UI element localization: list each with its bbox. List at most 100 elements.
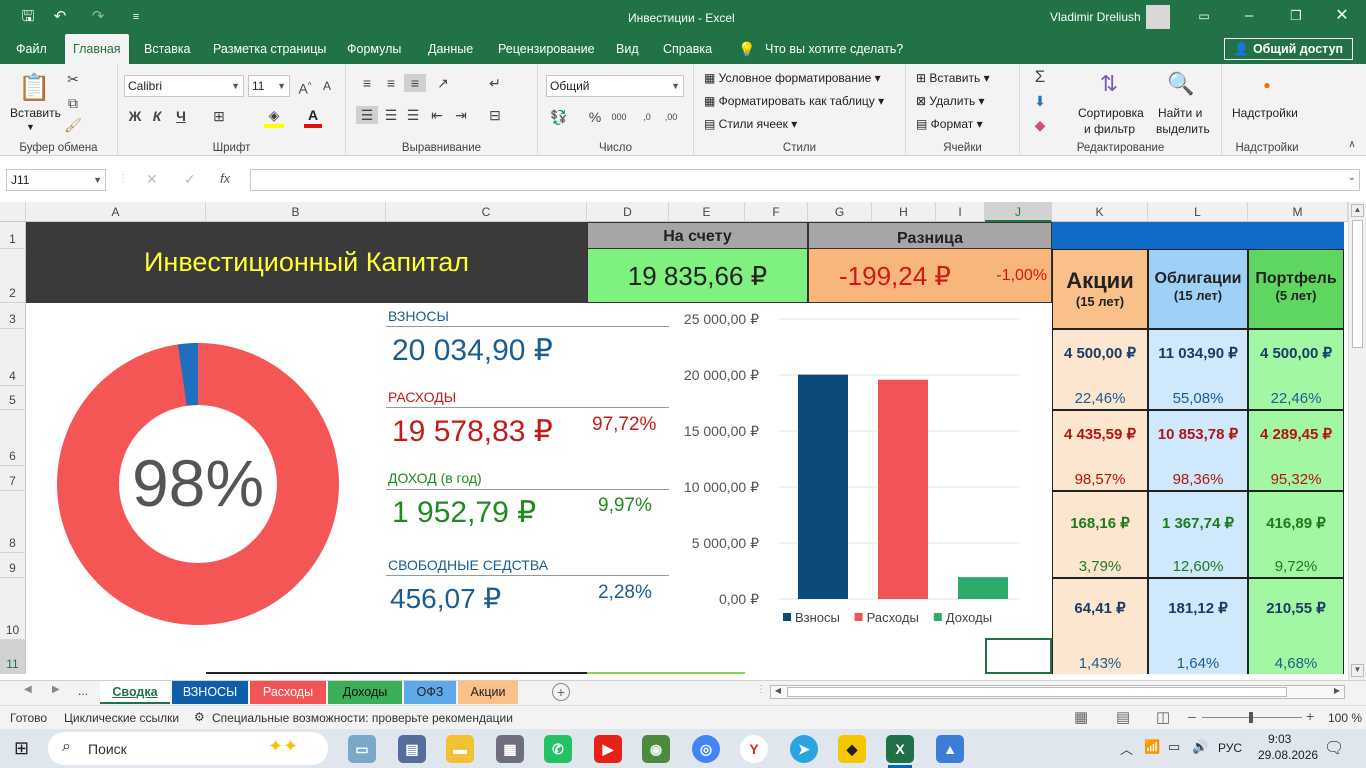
whatsapp-icon[interactable]: ✆ (544, 735, 572, 763)
sheet-tab-income[interactable]: Доходы (328, 681, 402, 704)
portfolio-header-stocks[interactable]: Акции (15 лет) (1052, 249, 1148, 329)
income-percent[interactable]: 9,97% (598, 495, 652, 517)
portfolio-cell[interactable]: 181,12 ₽1,64% (1148, 578, 1248, 674)
row-header[interactable]: 4 (0, 329, 26, 386)
clock-time[interactable]: 9:03 (1268, 732, 1291, 746)
align-left-icon[interactable]: ☰ (356, 106, 378, 124)
tab-insert[interactable]: Вставка (144, 34, 190, 64)
delete-cells-button[interactable]: ⊠ Удалить ▾ (916, 94, 985, 108)
free-funds-percent[interactable]: 2,28% (598, 582, 652, 604)
drag-handle-icon[interactable]: ⋮ (118, 173, 128, 184)
enter-icon[interactable]: ✓ (184, 171, 196, 188)
tab-home[interactable]: Главная (65, 34, 129, 64)
column-header-selected[interactable]: J (985, 202, 1052, 222)
column-header[interactable]: D (587, 202, 669, 222)
app-icon[interactable]: ◉ (642, 735, 670, 763)
income-value[interactable]: 1 952,79 ₽ (392, 495, 536, 530)
function-icon[interactable]: fx (220, 171, 230, 186)
sheet-tab-stocks[interactable]: Акции (458, 681, 518, 704)
number-format-select[interactable]: Общий ▼ (546, 75, 684, 97)
autosum-icon[interactable]: Σ (1030, 68, 1050, 86)
decrease-font-icon[interactable]: A (318, 77, 336, 95)
find-icon[interactable]: 🔍 (1166, 70, 1196, 98)
align-center-icon[interactable]: ☰ (382, 106, 400, 124)
row-header[interactable]: 8 (0, 491, 26, 553)
normal-view-icon[interactable]: ▦ (1074, 708, 1088, 726)
sheet-tab-expenses[interactable]: Расходы (250, 681, 326, 704)
format-as-table-button[interactable]: ▦ Форматировать как таблицу ▾ (704, 94, 884, 108)
portfolio-cell[interactable]: 4 500,00 ₽22,46% (1052, 329, 1148, 410)
file-explorer-icon[interactable]: ▬ (446, 735, 474, 763)
zoom-slider-thumb[interactable] (1249, 712, 1253, 723)
zoom-level[interactable]: 100 % (1328, 711, 1362, 725)
fill-color-icon[interactable]: ◈ (264, 106, 284, 128)
page-layout-view-icon[interactable]: ▤ (1116, 708, 1130, 726)
sort-filter-icon[interactable]: ⇅ (1094, 70, 1124, 98)
user-name[interactable]: Vladimir Dreliush (1050, 10, 1141, 24)
fill-icon[interactable]: ⬇ (1030, 92, 1050, 110)
paste-dropdown-icon[interactable]: ▼ (26, 122, 35, 132)
minimize-icon[interactable]: – (1237, 4, 1261, 28)
tab-scroll-right-icon[interactable]: ▶ (52, 684, 60, 695)
portfolio-header-portfolio[interactable]: Портфель (5 лет) (1248, 249, 1344, 329)
balance-label[interactable]: На счету (587, 222, 808, 249)
page-break-view-icon[interactable]: ◫ (1156, 708, 1170, 726)
orientation-icon[interactable]: ↗ (432, 74, 454, 92)
tab-scroll-left-icon[interactable]: ◀ (24, 684, 32, 695)
expand-formula-icon[interactable]: ⌄ (1348, 172, 1356, 183)
portfolio-cell[interactable]: 416,89 ₽9,72% (1248, 491, 1344, 578)
vertical-scrollbar[interactable]: ▲ ▼ (1348, 202, 1366, 680)
save-icon[interactable]: 🖫 (16, 5, 40, 29)
scroll-up-icon[interactable]: ▲ (1351, 204, 1364, 217)
name-box[interactable]: J11 ▼ (6, 169, 106, 191)
scroll-right-icon[interactable]: ▶ (1330, 686, 1344, 698)
row-header-selected[interactable]: 11 (0, 640, 26, 674)
column-header[interactable]: A (26, 202, 206, 222)
increase-font-icon[interactable]: A^ (296, 77, 314, 98)
copy-icon[interactable]: ⧉ (64, 94, 82, 112)
dashboard-title[interactable]: Инвестиционный Капитал (26, 222, 587, 303)
addins-button[interactable]: Надстройки (1232, 106, 1298, 120)
conditional-formatting-button[interactable]: ▦ Условное форматирование ▾ (704, 71, 881, 85)
column-header[interactable]: G (808, 202, 872, 222)
portfolio-cell[interactable]: 11 034,90 ₽55,08% (1148, 329, 1248, 410)
free-funds-label[interactable]: СВОБОДНЫЕ СЕДСТВА (388, 557, 548, 573)
font-color-icon[interactable]: A (304, 106, 322, 128)
worksheet-grid[interactable]: A B C D E F G H I J K L M 1 2 3 4 5 6 7 … (0, 202, 1348, 674)
portfolio-cell[interactable]: 4 500,00 ₽22,46% (1248, 329, 1344, 410)
income-label[interactable]: ДОХОД (в год) (388, 470, 482, 486)
portfolio-cell[interactable]: 168,16 ₽3,79% (1052, 491, 1148, 578)
row-header[interactable]: 10 (0, 578, 26, 640)
column-header[interactable]: L (1148, 202, 1248, 222)
align-top-icon[interactable]: ≡ (358, 74, 376, 92)
find-select-button[interactable]: Найти и (1158, 106, 1202, 120)
portfolio-cell[interactable]: 4 435,59 ₽98,57% (1052, 410, 1148, 491)
photos-icon[interactable]: ▲ (936, 735, 964, 763)
share-button[interactable]: 👤 Общий доступ (1224, 38, 1353, 60)
difference-label[interactable]: Разница (808, 222, 1052, 249)
close-icon[interactable]: ✕ (1330, 4, 1354, 28)
maximize-icon[interactable]: ❐ (1284, 4, 1308, 28)
clock-date[interactable]: 29.08.2026 (1258, 748, 1318, 762)
insert-cells-button[interactable]: ⊞ Вставить ▾ (916, 71, 990, 85)
row-header[interactable]: 9 (0, 553, 26, 578)
contrib-label[interactable]: ВЗНОСЫ (388, 308, 449, 324)
sheet-tab-contributions[interactable]: ВЗНОСЫ (172, 681, 248, 704)
status-circular-refs[interactable]: Циклические ссылки (64, 711, 179, 725)
notifications-icon[interactable]: 🗨 (1324, 738, 1344, 758)
expense-percent[interactable]: 97,72% (592, 414, 656, 436)
tab-formulas[interactable]: Формулы (347, 34, 401, 64)
balance-value[interactable]: 19 835,66 ₽ (587, 249, 808, 303)
undo-icon[interactable]: ↶ (48, 5, 72, 29)
portfolio-cell[interactable]: 1 367,74 ₽12,60% (1148, 491, 1248, 578)
sheet-tab-summary[interactable]: Сводка (100, 681, 170, 704)
column-header[interactable]: F (745, 202, 808, 222)
wrap-text-icon[interactable]: ↵ (486, 74, 504, 92)
tab-help[interactable]: Справка (663, 34, 712, 64)
youtube-icon[interactable]: ▶ (594, 735, 622, 763)
row-header[interactable]: 2 (0, 249, 26, 303)
increase-indent-icon[interactable]: ⇥ (452, 106, 470, 124)
align-middle-icon[interactable]: ≡ (382, 74, 400, 92)
column-header[interactable]: M (1248, 202, 1348, 222)
align-bottom-icon[interactable]: ≡ (404, 74, 426, 92)
